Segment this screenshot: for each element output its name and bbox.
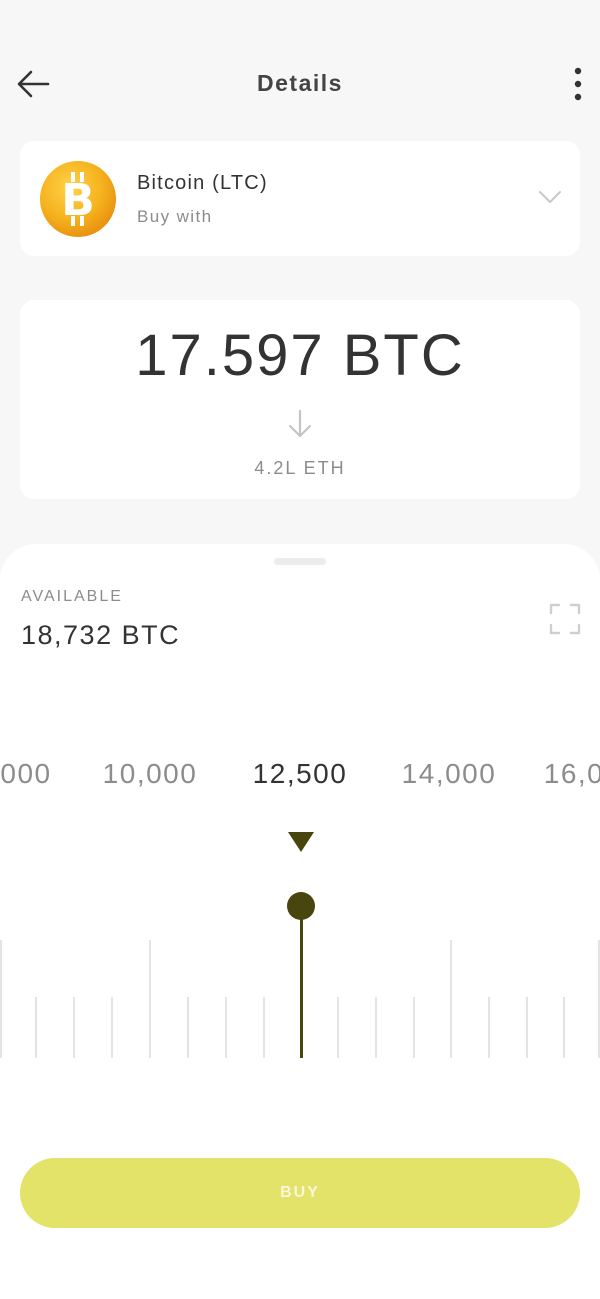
converted-value: 4.2L ETH xyxy=(254,458,346,478)
buy-button[interactable]: BUY xyxy=(20,1158,580,1228)
scale-label[interactable]: 14,000 xyxy=(402,758,497,790)
available-label: AVAILABLE xyxy=(21,588,123,605)
svg-text:B: B xyxy=(61,175,95,226)
amount-scale[interactable]: 000 10,000 12,500 14,000 16,0 xyxy=(0,744,600,1164)
scale-label[interactable]: 16,0 xyxy=(544,758,600,790)
scale-label[interactable]: 000 xyxy=(0,758,51,790)
scale-label[interactable]: 10,000 xyxy=(103,758,198,790)
sheet-handle[interactable] xyxy=(274,558,326,565)
bitcoin-logo-icon: B xyxy=(40,161,116,237)
slider-needle xyxy=(300,910,303,1058)
expand-icon xyxy=(549,603,581,635)
expand-button[interactable] xyxy=(548,602,582,636)
asset-name: Bitcoin (LTC) xyxy=(137,172,268,194)
more-vertical-icon xyxy=(574,67,582,101)
amount-value: 17.597 BTC xyxy=(135,323,465,388)
asset-subtitle: Buy with xyxy=(137,207,213,226)
arrow-down-icon xyxy=(288,409,312,438)
triangle-down-icon xyxy=(288,832,314,852)
slider-knob[interactable] xyxy=(287,892,315,920)
asset-selector[interactable]: B Bitcoin (LTC) Buy with xyxy=(20,141,580,256)
scale-label-selected[interactable]: 12,500 xyxy=(253,758,348,790)
page-title: Details xyxy=(257,70,343,96)
available-balance: 18,732 BTC xyxy=(21,620,181,650)
chevron-down-icon[interactable] xyxy=(538,189,562,205)
amount-card: 17.597 BTC 4.2L ETH xyxy=(20,300,580,499)
more-options-button[interactable] xyxy=(562,66,594,102)
